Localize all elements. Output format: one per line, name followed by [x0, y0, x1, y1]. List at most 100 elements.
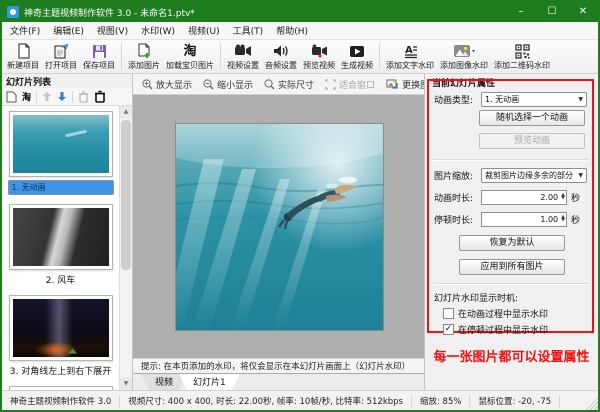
app-logo-icon: [7, 6, 19, 18]
main-toolbar: 新建项目 打开项目 保存项目 添加图片 淘 加载宝贝图片 视频设置 音频设置: [2, 40, 598, 74]
watermark-during-pause-label: 在停顿过程中显示水印: [458, 323, 548, 336]
add-image-watermark-button[interactable]: 添加图像水印: [437, 41, 491, 72]
menu-view[interactable]: 视图(V): [97, 24, 128, 37]
main-area: 幻灯片列表 淘 1. 无动画 2. 风车 3. 对角线左上到右下展开: [2, 74, 598, 390]
slide-thumbnail-1[interactable]: [9, 111, 113, 177]
scroll-up-icon[interactable]: ▲: [120, 106, 132, 118]
menu-tools[interactable]: 工具(T): [233, 24, 264, 37]
slide-preview-image: [176, 124, 383, 330]
watermark-during-pause-checkbox[interactable]: ✓: [443, 324, 454, 335]
preview-camera-icon: [311, 43, 328, 59]
menu-video[interactable]: 视频(U): [188, 24, 220, 37]
animation-duration-unit: 秒: [571, 191, 580, 204]
add-text-watermark-button[interactable]: A 添加文字水印: [383, 41, 437, 72]
slide-3-label[interactable]: 3. 对角线左上到右下展开: [6, 364, 115, 377]
spinner-icon[interactable]: ▲▼: [561, 194, 565, 201]
slide-list-scrollbar[interactable]: ▲ ▼: [119, 106, 132, 390]
image-watermark-icon: [453, 43, 475, 59]
menu-edit[interactable]: 编辑(E): [53, 24, 84, 37]
slide-thumbnail-2[interactable]: [9, 204, 113, 270]
preview-video-button[interactable]: 预览视频: [300, 41, 338, 72]
menu-bar: 文件(F) 编辑(E) 视图(V) 水印(W) 视频(U) 工具(T) 帮助(H…: [2, 22, 598, 40]
scroll-down-icon[interactable]: ▼: [120, 378, 132, 390]
delete-slide-icon[interactable]: [78, 91, 89, 103]
actual-size-button[interactable]: 实际尺寸: [259, 78, 319, 91]
scrollbar-thumb[interactable]: [121, 120, 131, 270]
tab-slide-1[interactable]: 幻灯片1: [179, 374, 240, 390]
watermark-during-animation-checkbox[interactable]: [443, 308, 454, 319]
toolbar-separator: [72, 91, 73, 103]
add-slide-icon[interactable]: [6, 91, 17, 103]
bottom-tab-bar: 视频 幻灯片1: [133, 373, 424, 390]
generate-video-button[interactable]: 生成视频: [338, 41, 376, 72]
open-document-icon: [53, 43, 69, 59]
add-image-icon: [136, 43, 152, 59]
add-qrcode-watermark-button[interactable]: 添加二维码水印: [491, 41, 553, 72]
svg-text:A: A: [405, 45, 413, 56]
menu-help[interactable]: 帮助(H): [276, 24, 308, 37]
image-scale-select[interactable]: 裁剪图片边缘多余的部分 ▼: [481, 168, 587, 183]
pause-duration-input[interactable]: 1.00 ▲▼: [481, 212, 567, 227]
resize-grip[interactable]: [586, 398, 598, 410]
status-zoom: 缩放: 85%: [412, 395, 470, 407]
apply-to-all-button[interactable]: 应用到所有图片: [459, 259, 565, 275]
image-scale-label: 图片缩放:: [434, 169, 481, 182]
zoom-in-icon: [142, 79, 153, 90]
status-app-name: 神奇主题视频制作软件 3.0: [2, 395, 120, 407]
zoom-out-button[interactable]: 缩小显示: [198, 78, 258, 91]
save-project-button[interactable]: 保存项目: [80, 41, 118, 72]
slide-2-image: [13, 208, 109, 266]
slide-thumbnail-3[interactable]: [9, 295, 113, 361]
move-down-icon[interactable]: [57, 91, 67, 102]
tab-video[interactable]: 视频: [141, 374, 187, 390]
animation-type-label: 动画类型:: [434, 93, 481, 106]
window-title: 神奇主题视频制作软件 3.0 - 未命名1.ptv*: [24, 6, 503, 19]
actual-size-icon: [264, 79, 275, 90]
status-bar: 神奇主题视频制作软件 3.0 视频尺寸: 400 x 400, 时长: 22.0…: [2, 390, 598, 410]
open-project-button[interactable]: 打开项目: [42, 41, 80, 72]
add-image-button[interactable]: 添加图片: [125, 41, 163, 72]
divider: [433, 283, 588, 284]
pause-duration-unit: 秒: [571, 213, 580, 226]
canvas-toolbar: 放大显示 缩小显示 实际尺寸 适合窗口 更换图片: [133, 74, 424, 95]
taobao-icon[interactable]: 淘: [22, 90, 31, 103]
zoom-in-button[interactable]: 放大显示: [137, 78, 197, 91]
random-animation-button[interactable]: 随机选择一个动画: [479, 110, 585, 126]
menu-file[interactable]: 文件(F): [10, 24, 40, 37]
close-button[interactable]: ✕: [570, 3, 596, 21]
hint-text: 提示: 在本页添加的水印，将仅会显示在本幻灯片画面上（幻灯片水印）: [133, 358, 424, 373]
video-settings-button[interactable]: 视频设置: [224, 41, 262, 72]
speaker-icon: [273, 43, 289, 59]
slide-3-image: [13, 299, 109, 357]
move-up-icon[interactable]: [42, 91, 52, 102]
properties-panel: 当前幻灯片属性 动画类型: 1. 无动画 ▼ 随机选择一个动画 预览动画 图片缩…: [424, 74, 598, 390]
generate-video-icon: [349, 43, 365, 59]
text-watermark-icon: A: [402, 43, 418, 59]
maximize-button[interactable]: ☐: [539, 3, 565, 21]
slide-1-label[interactable]: 1. 无动画: [8, 180, 114, 195]
restore-default-button[interactable]: 恢复为默认: [459, 235, 565, 251]
delete-all-icon[interactable]: [94, 90, 106, 103]
annotation-red-box: 动画类型: 1. 无动画 ▼ 随机选择一个动画 预览动画 图片缩放: 裁剪图片边…: [427, 79, 594, 333]
fit-window-button[interactable]: 适合窗口: [320, 78, 380, 91]
toolbar-separator: [121, 43, 122, 70]
menu-watermark[interactable]: 水印(W): [141, 24, 175, 37]
load-taobao-images-button[interactable]: 淘 加载宝贝图片: [163, 41, 217, 72]
replace-image-icon: [386, 79, 399, 90]
slide-list-toolbar: 淘: [2, 88, 132, 106]
animation-type-select[interactable]: 1. 无动画 ▼: [481, 92, 587, 107]
chevron-down-icon: ▼: [578, 172, 583, 179]
minimize-button[interactable]: –: [508, 3, 534, 21]
pause-duration-label: 停顿时长:: [434, 213, 481, 226]
preview-canvas[interactable]: [133, 95, 424, 358]
spinner-icon[interactable]: ▲▼: [561, 216, 565, 223]
new-project-button[interactable]: 新建项目: [4, 41, 42, 72]
slide-2-label[interactable]: 2. 风车: [42, 273, 79, 286]
preview-animation-button[interactable]: 预览动画: [479, 133, 585, 149]
animation-duration-input[interactable]: 2.00 ▲▼: [481, 190, 567, 205]
app-window: 神奇主题视频制作软件 3.0 - 未命名1.ptv* – ☐ ✕ 文件(F) 编…: [0, 0, 600, 412]
qrcode-icon: [515, 43, 530, 59]
animation-duration-label: 动画时长:: [434, 191, 481, 204]
audio-settings-button[interactable]: 音频设置: [262, 41, 300, 72]
taobao-icon: 淘: [183, 43, 196, 59]
